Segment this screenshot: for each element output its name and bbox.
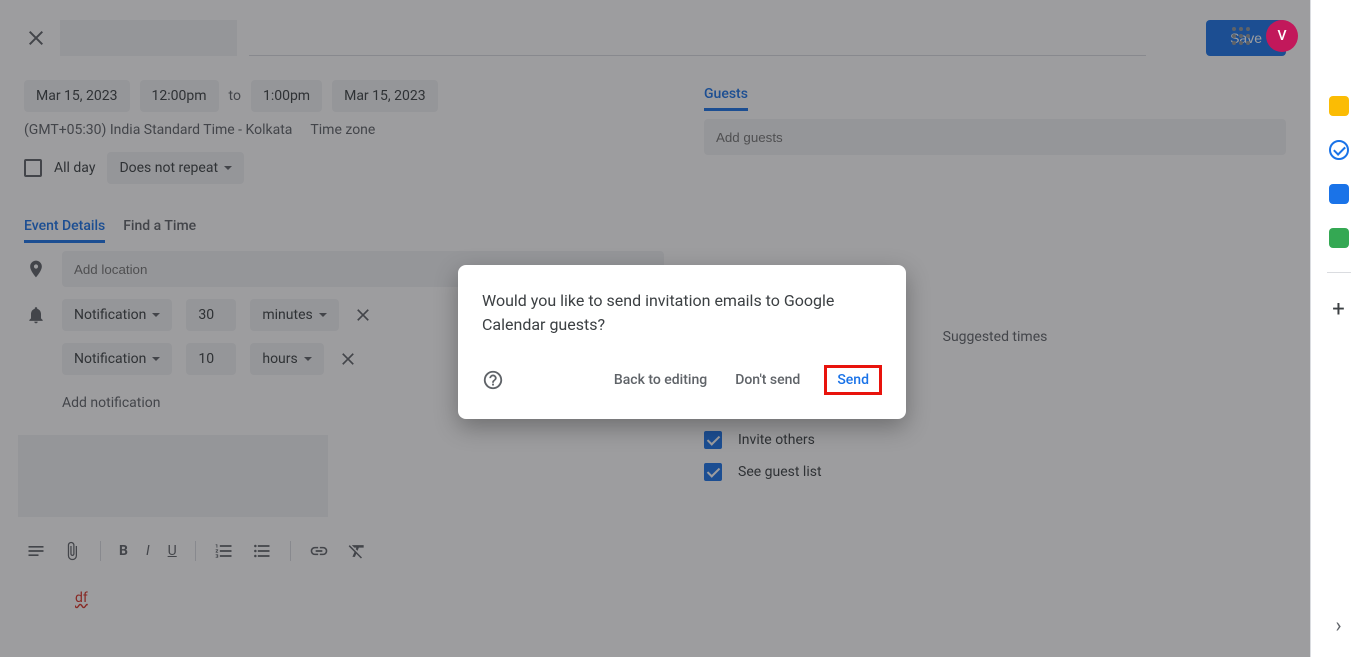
apps-icon[interactable] [1232,27,1250,45]
back-to-editing-button[interactable]: Back to editing [610,366,711,394]
dialog-help-icon[interactable] [482,369,504,391]
side-panel: + › [1310,0,1366,657]
collapse-panel-icon[interactable]: › [1335,613,1341,637]
send-highlight: Send [824,365,882,395]
send-invitation-dialog: Would you like to send invitation emails… [458,265,906,419]
send-button[interactable]: Send [833,366,873,394]
keep-icon[interactable] [1329,96,1349,116]
avatar[interactable]: V [1266,20,1298,52]
addons-plus-icon[interactable]: + [1332,297,1344,322]
side-divider [1327,272,1351,273]
dont-send-button[interactable]: Don't send [731,366,804,394]
tasks-icon[interactable] [1329,140,1349,160]
maps-icon[interactable] [1329,228,1349,248]
dialog-title: Would you like to send invitation emails… [482,289,882,337]
contacts-icon[interactable] [1329,184,1349,204]
